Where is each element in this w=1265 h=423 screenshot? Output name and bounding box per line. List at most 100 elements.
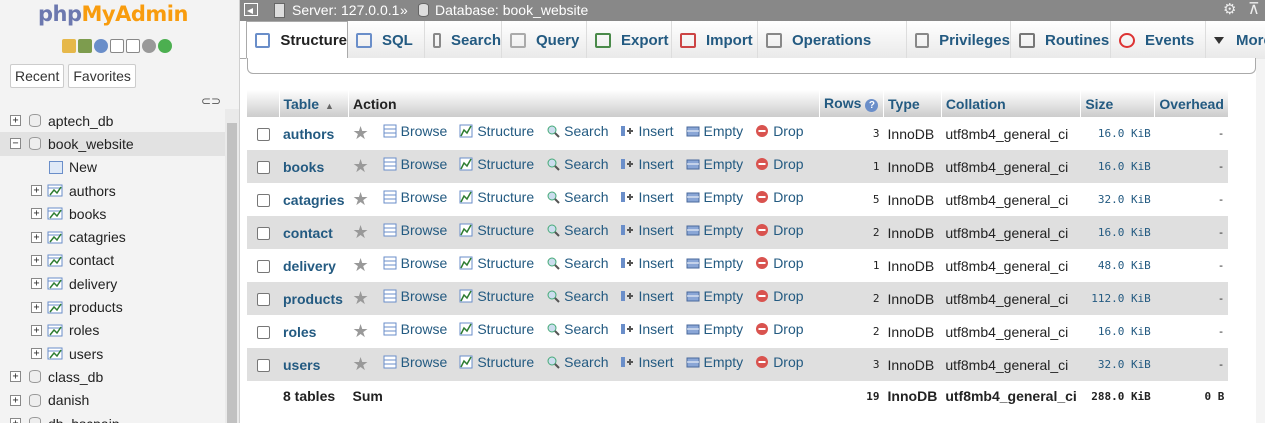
- tree-item-contact[interactable]: + contact: [0, 249, 225, 272]
- tree-item-db-bscpaip[interactable]: + db_bscpaip: [0, 412, 225, 423]
- help-icon[interactable]: ?: [865, 99, 879, 112]
- breadcrumb-server[interactable]: Server: 127.0.0.1: [292, 2, 399, 18]
- row-checkbox[interactable]: [256, 128, 270, 142]
- favorite-star-icon[interactable]: ★: [352, 288, 368, 308]
- tree-item-label[interactable]: danish: [48, 392, 89, 408]
- table-name-link[interactable]: catagries: [279, 183, 349, 216]
- logout-icon[interactable]: [78, 39, 92, 53]
- search-action[interactable]: Search: [546, 354, 608, 370]
- row-size[interactable]: 32.0 KiB: [1080, 183, 1155, 216]
- expand-icon[interactable]: +: [31, 254, 42, 266]
- tab-export[interactable]: Export: [587, 21, 672, 59]
- browse-action[interactable]: Browse: [383, 123, 447, 139]
- row-size[interactable]: 112.0 KiB: [1080, 282, 1155, 315]
- tree-item-users[interactable]: + users: [0, 342, 225, 365]
- reload-icon[interactable]: [158, 39, 172, 53]
- insert-action[interactable]: Insert: [620, 321, 674, 337]
- expand-icon[interactable]: +: [31, 301, 42, 313]
- favorite-star-icon[interactable]: ★: [352, 255, 368, 275]
- drop-action[interactable]: Drop: [755, 222, 804, 238]
- tab-query[interactable]: Query: [502, 21, 587, 59]
- browse-action[interactable]: Browse: [383, 222, 447, 238]
- favorite-star-icon[interactable]: ★: [352, 321, 368, 341]
- tab-search[interactable]: Search: [425, 21, 502, 59]
- expand-icon[interactable]: +: [31, 324, 42, 336]
- row-size[interactable]: 48.0 KiB: [1080, 249, 1155, 282]
- tree-item-delivery[interactable]: + delivery: [0, 272, 225, 295]
- tree-item-label[interactable]: db_bscpaip: [48, 416, 120, 423]
- table-name-link[interactable]: users: [279, 348, 349, 381]
- tree-item-catagries[interactable]: + catagries: [0, 225, 225, 248]
- tree-item-book-website[interactable]: − book_website: [0, 132, 225, 156]
- insert-action[interactable]: Insert: [620, 288, 674, 304]
- tree-item-label[interactable]: delivery: [69, 276, 117, 292]
- tab-operations[interactable]: Operations: [758, 21, 907, 59]
- drop-action[interactable]: Drop: [755, 288, 804, 304]
- tab-structure[interactable]: Structure: [246, 21, 348, 59]
- expand-icon[interactable]: +: [10, 394, 21, 406]
- favorite-star-icon[interactable]: ★: [352, 123, 368, 143]
- browse-action[interactable]: Browse: [383, 354, 447, 370]
- drop-action[interactable]: Drop: [755, 354, 804, 370]
- row-checkbox[interactable]: [256, 293, 270, 307]
- recent-tab[interactable]: Recent: [10, 64, 65, 88]
- tree-item-authors[interactable]: + authors: [0, 179, 225, 202]
- search-action[interactable]: Search: [546, 156, 608, 172]
- table-name-link[interactable]: contact: [279, 216, 349, 249]
- browse-action[interactable]: Browse: [383, 189, 447, 205]
- phpmyadmin-logo[interactable]: phpMyAdmin: [38, 2, 188, 26]
- tree-item-label[interactable]: products: [69, 299, 123, 315]
- tree-item-label[interactable]: book_website: [48, 136, 134, 152]
- table-name-link[interactable]: products: [279, 282, 349, 315]
- row-size[interactable]: 32.0 KiB: [1080, 348, 1155, 381]
- drop-action[interactable]: Drop: [755, 123, 804, 139]
- expand-icon[interactable]: +: [31, 348, 42, 360]
- tree-item-label[interactable]: New: [69, 159, 97, 175]
- row-size[interactable]: 16.0 KiB: [1080, 315, 1155, 348]
- search-action[interactable]: Search: [546, 255, 608, 271]
- search-action[interactable]: Search: [546, 222, 608, 238]
- drop-action[interactable]: Drop: [755, 156, 804, 172]
- table-name-link[interactable]: books: [279, 150, 349, 183]
- structure-action[interactable]: Structure: [459, 123, 534, 139]
- favorite-star-icon[interactable]: ★: [352, 189, 368, 209]
- row-size[interactable]: 16.0 KiB: [1080, 117, 1155, 150]
- empty-action[interactable]: Empty: [686, 189, 743, 205]
- gear-icon[interactable]: [142, 39, 156, 53]
- row-checkbox[interactable]: [256, 194, 270, 208]
- tree-item-roles[interactable]: + roles: [0, 319, 225, 342]
- close-panel-icon[interactable]: ⊼: [1248, 0, 1260, 19]
- link-icon[interactable]: ⊂⊃: [201, 94, 221, 108]
- row-checkbox[interactable]: [256, 359, 270, 373]
- help-icon[interactable]: [94, 39, 108, 53]
- page-scrollbar[interactable]: [1256, 59, 1265, 423]
- favorite-star-icon[interactable]: ★: [352, 354, 368, 374]
- drop-action[interactable]: Drop: [755, 255, 804, 271]
- browse-action[interactable]: Browse: [383, 288, 447, 304]
- expand-icon[interactable]: +: [10, 418, 21, 423]
- structure-action[interactable]: Structure: [459, 222, 534, 238]
- tree-item-New[interactable]: New: [0, 156, 225, 179]
- sort-asc-icon[interactable]: ▲: [325, 101, 334, 111]
- table-name-link[interactable]: delivery: [279, 249, 349, 282]
- browse-action[interactable]: Browse: [383, 255, 447, 271]
- tab-privileges[interactable]: Privileges: [907, 21, 1011, 59]
- tree-item-books[interactable]: + books: [0, 202, 225, 225]
- header-size[interactable]: Size: [1080, 90, 1156, 117]
- header-table[interactable]: Table ▲: [279, 90, 349, 117]
- row-checkbox[interactable]: [256, 161, 270, 175]
- collapse-nav-icon[interactable]: [244, 3, 258, 16]
- expand-icon[interactable]: +: [31, 278, 42, 290]
- empty-action[interactable]: Empty: [686, 123, 743, 139]
- expand-icon[interactable]: +: [31, 231, 42, 243]
- tree-item-aptech-db[interactable]: + aptech_db: [0, 109, 225, 132]
- tab-sql[interactable]: SQL: [348, 21, 425, 59]
- empty-action[interactable]: Empty: [686, 255, 743, 271]
- breadcrumb-database[interactable]: Database: book_website: [435, 2, 588, 18]
- empty-action[interactable]: Empty: [686, 354, 743, 370]
- empty-action[interactable]: Empty: [686, 156, 743, 172]
- structure-action[interactable]: Structure: [459, 321, 534, 337]
- insert-action[interactable]: Insert: [620, 189, 674, 205]
- drop-action[interactable]: Drop: [755, 321, 804, 337]
- structure-action[interactable]: Structure: [459, 189, 534, 205]
